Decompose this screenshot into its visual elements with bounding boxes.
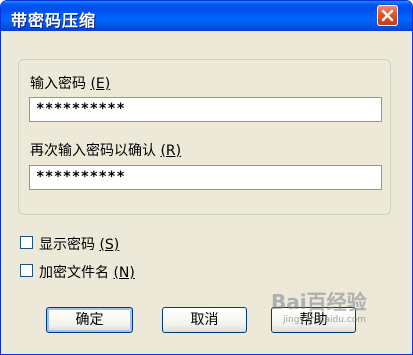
password-compress-dialog: 带密码压缩 输入密码 (E) ********** 再次输入密码以确认 (R) … [0, 0, 413, 355]
confirm-password-label: 再次输入密码以确认 (R) [30, 143, 182, 159]
encrypt-filenames-label[interactable]: 加密文件名 (N) [39, 262, 135, 282]
show-password-checkbox[interactable] [20, 236, 33, 249]
password-field[interactable]: ********** [29, 97, 382, 122]
show-password-label[interactable]: 显示密码 (S) [39, 234, 119, 254]
encrypt-filenames-checkbox[interactable] [20, 264, 33, 277]
cancel-button[interactable]: 取消 [162, 307, 247, 333]
close-icon [381, 9, 394, 22]
close-button[interactable] [377, 5, 398, 26]
confirm-password-field[interactable]: ********** [29, 165, 382, 190]
watermark-logo: Bai百经验 [271, 290, 367, 314]
password-label: 输入密码 (E) [30, 76, 111, 92]
ok-button[interactable]: 确定 [46, 307, 133, 333]
window-title: 带密码压缩 [11, 11, 97, 30]
watermark-url: jingyan.baidu.com [283, 315, 367, 325]
title-bar: 带密码压缩 [1, 1, 412, 31]
